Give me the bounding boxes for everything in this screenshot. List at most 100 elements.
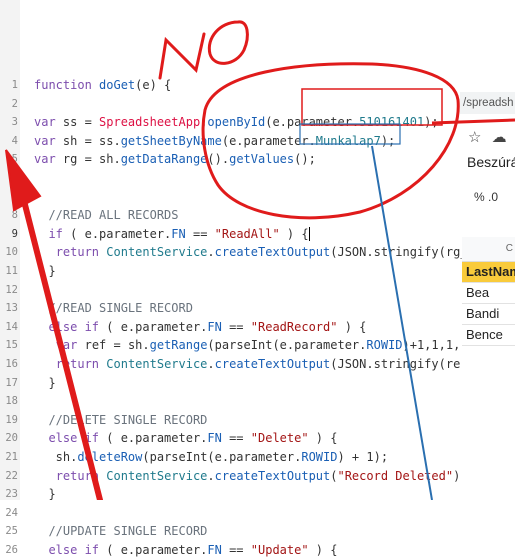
code-token: FN xyxy=(207,319,222,334)
code-line[interactable]: 10 return ContentService.createTextOutpu… xyxy=(0,243,467,261)
code-line[interactable]: 14 else if ( e.parameter.FN == "ReadReco… xyxy=(0,318,460,336)
star-icon[interactable]: ☆ xyxy=(468,129,481,146)
code-token: createTextOutput xyxy=(214,357,331,371)
code-token: } xyxy=(34,487,56,502)
cell[interactable]: Bence xyxy=(462,325,515,346)
code-text: } xyxy=(34,262,56,280)
code-token: . xyxy=(207,468,215,483)
cloud-icon[interactable]: ☁ xyxy=(492,129,507,146)
code-token: ROWID xyxy=(301,450,338,464)
code-line[interactable]: 6 xyxy=(0,169,460,187)
code-token: FN xyxy=(171,226,186,241)
code-line[interactable]: 26 else if ( e.parameter.FN == "Update" … xyxy=(0,541,460,559)
code-line[interactable]: 11 } xyxy=(0,262,460,280)
menu-insert[interactable]: Beszúrá xyxy=(467,154,515,170)
code-token: (parseInt(e.parameter. xyxy=(142,450,302,464)
cell[interactable]: Bandi xyxy=(462,304,515,325)
code-token: (e.parameter. xyxy=(221,133,316,148)
code-line[interactable]: 20 else if ( e.parameter.FN == "Delete" … xyxy=(0,429,460,447)
url-bar[interactable]: /spreadsh xyxy=(460,92,515,114)
code-line[interactable]: 1 function doGet(e) { xyxy=(0,76,460,94)
code-text: else if ( e.parameter.FN == "Delete" ) { xyxy=(34,429,337,447)
line-number: 1 xyxy=(11,79,18,91)
code-token: "ReadAll" xyxy=(214,226,280,241)
code-token: //READ ALL RECORDS xyxy=(34,208,179,223)
code-line[interactable]: 24 xyxy=(0,504,460,522)
code-text: return ContentService.createTextOutput(J… xyxy=(34,243,468,261)
code-line[interactable]: 21 sh.deleteRow(parseInt(e.parameter.ROW… xyxy=(0,448,460,466)
line-number: 23 xyxy=(5,488,18,501)
code-token: var xyxy=(55,338,85,353)
line-number: 15 xyxy=(5,339,18,352)
code-line[interactable]: 25 //UPDATE SINGLE RECORD xyxy=(0,522,460,540)
cell-header[interactable]: LastNam xyxy=(462,262,515,283)
code-line[interactable]: 15 var ref = sh.getRange(parseInt(e.para… xyxy=(0,336,460,354)
code-token: (parseInt(e.parameter. xyxy=(207,338,367,353)
code-token: ROWID xyxy=(366,338,403,353)
code-line[interactable]: 4 var sh = ss.getSheetByName(e.parameter.… xyxy=(0,132,460,150)
line-number: 17 xyxy=(5,376,18,389)
code-token: FN xyxy=(207,543,222,557)
code-token: sh. xyxy=(34,450,78,464)
cell[interactable]: Bea xyxy=(462,283,515,304)
code-line[interactable]: 22 return ContentService.createTextOutpu… xyxy=(0,467,460,485)
code-token: else if xyxy=(48,543,107,557)
code-token: == xyxy=(221,543,251,557)
code-text: } xyxy=(34,485,56,503)
code-token: ) { xyxy=(308,543,338,557)
code-token: ContentService xyxy=(106,468,208,483)
code-line[interactable]: 3 var ss = SpreadsheetApp.openById(e.para… xyxy=(0,113,460,131)
code-token: ) + 1); xyxy=(337,450,389,464)
code-line[interactable]: 17 } xyxy=(0,374,460,392)
code-token: else if xyxy=(48,431,107,446)
code-text: return ContentService.createTextOutput("… xyxy=(34,467,461,485)
code-token: "ReadRecord" xyxy=(250,319,338,334)
code-line[interactable]: 9 if ( e.parameter.FN == "ReadAll" ) { xyxy=(0,225,460,243)
code-token: //READ SINGLE RECORD xyxy=(34,301,193,316)
line-number: 9 xyxy=(11,227,18,240)
code-text: return ContentService.createTextOutput(J… xyxy=(34,355,461,373)
line-number: 6 xyxy=(11,172,18,184)
code-token: ss = xyxy=(62,115,100,130)
code-token: //DELETE SINGLE RECORD xyxy=(34,412,208,427)
code-token: } xyxy=(34,264,56,278)
code-token: . xyxy=(207,357,215,371)
code-token: ); xyxy=(424,115,439,130)
code-token: getValues xyxy=(229,152,295,167)
column-header[interactable]: C xyxy=(462,237,515,262)
code-line[interactable]: 13 //READ SINGLE RECORD xyxy=(0,299,460,317)
code-text: //DELETE SINGLE RECORD xyxy=(34,411,207,429)
code-token: var xyxy=(34,133,63,148)
code-token: FN xyxy=(207,431,222,446)
code-line[interactable]: 5 var rg = sh.getDataRange().getValues(); xyxy=(0,150,460,168)
code-line[interactable]: 12 xyxy=(0,281,460,299)
line-number: 24 xyxy=(5,506,18,519)
line-number: 13 xyxy=(5,302,18,315)
code-line[interactable]: 2 xyxy=(0,95,460,113)
code-text: } xyxy=(34,374,55,392)
code-line[interactable]: 7 xyxy=(0,188,460,206)
code-token: sh = ss. xyxy=(62,133,121,148)
code-line[interactable]: 19 //DELETE SINGLE RECORD xyxy=(0,411,460,429)
code-line[interactable]: 18 xyxy=(0,392,460,410)
code-token: ) xyxy=(453,468,461,483)
code-token: openById xyxy=(207,115,266,130)
line-number: 2 xyxy=(11,97,18,110)
code-token: (e) { xyxy=(135,78,172,92)
code-text: //READ SINGLE RECORD xyxy=(34,299,193,317)
code-line[interactable]: 23 } xyxy=(0,485,460,503)
code-token: getSheetByName xyxy=(120,133,222,148)
code-line[interactable]: 16 return ContentService.createTextOutpu… xyxy=(0,355,460,373)
format-buttons[interactable]: % .0 xyxy=(474,190,498,204)
code-token: ); xyxy=(380,133,396,148)
line-number: 19 xyxy=(5,413,18,426)
code-token: "Update" xyxy=(250,543,309,557)
code-line[interactable]: 8 //READ ALL RECORDS xyxy=(0,206,460,224)
